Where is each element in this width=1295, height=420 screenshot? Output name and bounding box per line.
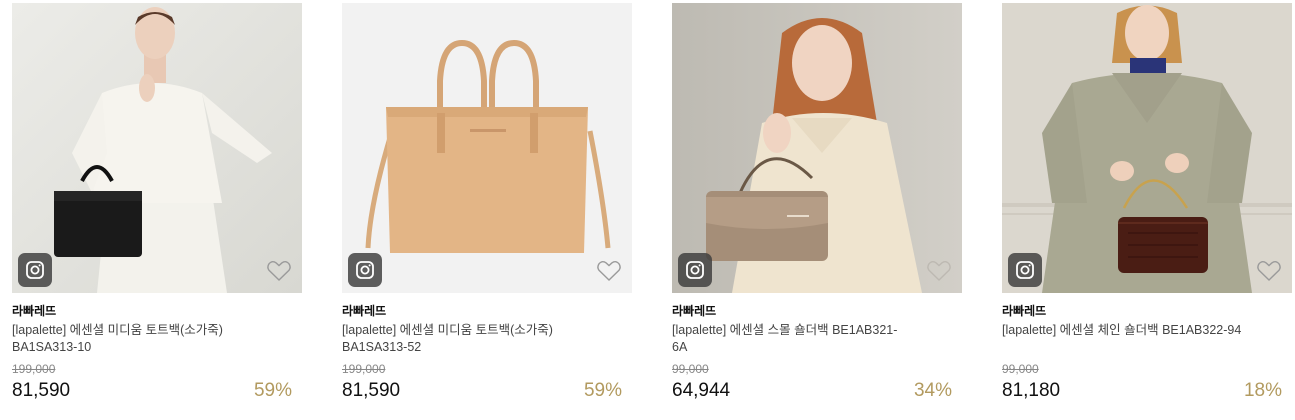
product-card[interactable]: 라빠레뜨 [lapalette] 에센셜 체인 숄더백 BE1AB322-94 … bbox=[1002, 3, 1292, 415]
product-photo bbox=[12, 3, 302, 293]
product-name[interactable]: [lapalette] 에센셜 체인 숄더백 BE1AB322-94 bbox=[1002, 322, 1242, 356]
product-image[interactable] bbox=[12, 3, 302, 293]
product-image[interactable] bbox=[342, 3, 632, 293]
wishlist-heart-icon[interactable] bbox=[926, 259, 952, 283]
price-row: 81,590 59% bbox=[342, 378, 632, 402]
brand-name[interactable]: 라빠레뜨 bbox=[12, 303, 302, 319]
sale-price: 81,590 bbox=[12, 380, 71, 401]
instagram-icon bbox=[1016, 261, 1034, 279]
product-photo bbox=[672, 3, 962, 293]
instagram-icon bbox=[686, 261, 704, 279]
sale-price: 81,590 bbox=[342, 380, 401, 401]
wishlist-heart-icon[interactable] bbox=[1256, 259, 1282, 283]
original-price: 99,000 bbox=[672, 362, 709, 376]
instagram-icon bbox=[356, 261, 374, 279]
product-image[interactable] bbox=[672, 3, 962, 293]
price-row: 81,590 59% bbox=[12, 378, 302, 402]
discount-rate: 59% bbox=[253, 380, 292, 401]
discount-rate: 59% bbox=[583, 380, 622, 401]
product-name[interactable]: [lapalette] 에센셜 미디움 토트백(소가죽) BA1SA313-52 bbox=[342, 322, 582, 356]
discount-rate: 34% bbox=[913, 380, 952, 401]
wishlist-heart-icon[interactable] bbox=[266, 259, 292, 283]
discount-rate: 18% bbox=[1243, 380, 1282, 401]
product-grid: 라빠레뜨 [lapalette] 에센셜 미디움 토트백(소가죽) BA1SA3… bbox=[0, 0, 1295, 420]
instagram-badge[interactable] bbox=[1008, 253, 1042, 287]
product-card[interactable]: 라빠레뜨 [lapalette] 에센셜 미디움 토트백(소가죽) BA1SA3… bbox=[12, 3, 302, 415]
product-card[interactable]: 라빠레뜨 [lapalette] 에센셜 미디움 토트백(소가죽) BA1SA3… bbox=[342, 3, 632, 415]
original-price: 199,000 bbox=[12, 362, 56, 376]
product-photo bbox=[1002, 3, 1292, 293]
original-price: 199,000 bbox=[342, 362, 386, 376]
instagram-badge[interactable] bbox=[18, 253, 52, 287]
product-photo bbox=[342, 3, 632, 293]
original-price: 99,000 bbox=[1002, 362, 1039, 376]
product-name[interactable]: [lapalette] 에센셜 미디움 토트백(소가죽) BA1SA313-10 bbox=[12, 322, 252, 356]
instagram-badge[interactable] bbox=[678, 253, 712, 287]
price-row: 64,944 34% bbox=[672, 378, 962, 402]
sale-price: 81,180 bbox=[1002, 380, 1061, 401]
brand-name[interactable]: 라빠레뜨 bbox=[1002, 303, 1292, 319]
instagram-badge[interactable] bbox=[348, 253, 382, 287]
price-row: 81,180 18% bbox=[1002, 378, 1292, 402]
product-image[interactable] bbox=[1002, 3, 1292, 293]
wishlist-heart-icon[interactable] bbox=[596, 259, 622, 283]
brand-name[interactable]: 라빠레뜨 bbox=[672, 303, 962, 319]
sale-price: 64,944 bbox=[672, 380, 731, 401]
product-card[interactable]: 라빠레뜨 [lapalette] 에센셜 스몰 숄더백 BE1AB321-6A … bbox=[672, 3, 962, 415]
brand-name[interactable]: 라빠레뜨 bbox=[342, 303, 632, 319]
product-name[interactable]: [lapalette] 에센셜 스몰 숄더백 BE1AB321-6A bbox=[672, 322, 912, 356]
instagram-icon bbox=[26, 261, 44, 279]
